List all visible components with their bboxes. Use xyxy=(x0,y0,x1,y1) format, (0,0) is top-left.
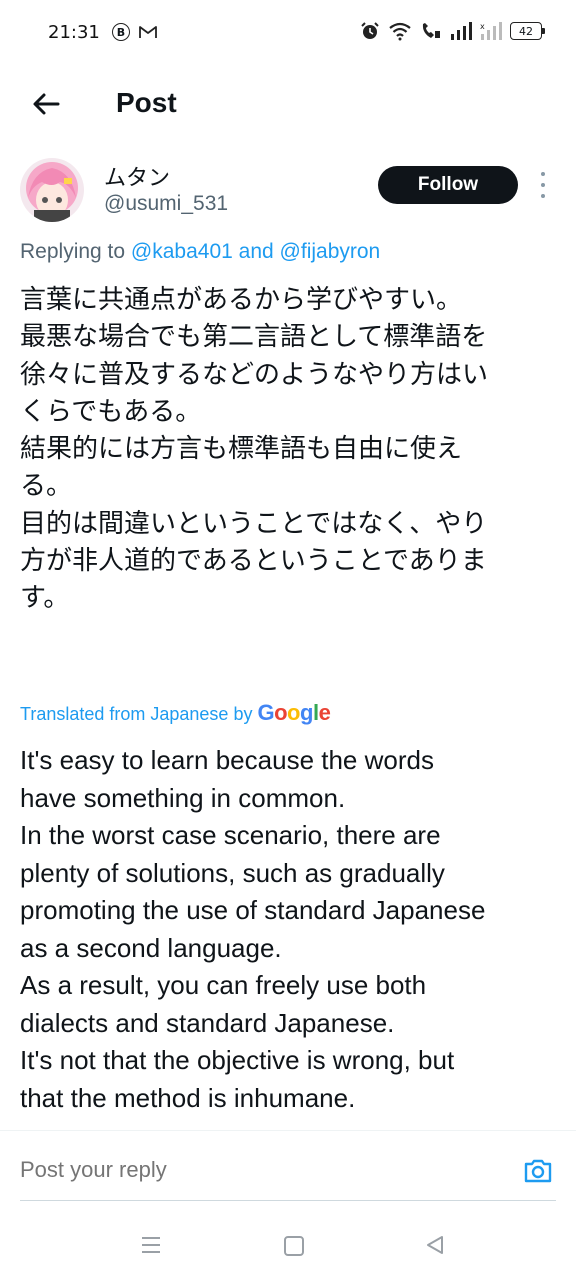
translation-line: As a result, you can freely use both xyxy=(20,970,427,1000)
post-text-line: 徐々に普及するなどのようなやり方はい xyxy=(20,359,489,390)
alarm-icon xyxy=(361,22,379,39)
post-text-line: す。 xyxy=(20,583,70,614)
page-title: Post xyxy=(116,87,177,118)
reply-divider xyxy=(20,1200,556,1201)
follow-button[interactable]: Follow xyxy=(378,166,518,204)
signal-no-service-icon: x xyxy=(480,22,502,40)
translation-line: It's easy to learn because the words xyxy=(20,745,434,775)
status-time: 21:31 xyxy=(48,22,100,43)
translation-line: In the worst case scenario, there are xyxy=(20,820,441,850)
reply-input[interactable] xyxy=(20,1157,420,1183)
translation-line: that the method is inhumane. xyxy=(20,1082,356,1113)
more-vertical-icon[interactable] xyxy=(536,172,550,198)
translation-line: as a second language. xyxy=(20,932,282,963)
post-text-line: 最悪な場合でも第二言語として標準語を xyxy=(20,322,488,353)
arrow-left-icon[interactable] xyxy=(28,86,64,122)
back-triangle-icon[interactable] xyxy=(424,1234,446,1256)
post-text-line: 目的は間違いということではなく、やり xyxy=(20,508,488,539)
b-circle-icon: B xyxy=(112,23,130,41)
translation-line: promoting the use of standard Japanese xyxy=(20,895,486,925)
post-text-line: 結果的には方言も標準語も自由に使え xyxy=(20,434,463,465)
camera-icon[interactable] xyxy=(522,1155,554,1187)
reply-bar xyxy=(0,1130,576,1202)
avatar[interactable] xyxy=(20,158,84,222)
signal-icon xyxy=(451,22,472,40)
translation-line: plenty of solutions, such as gradually xyxy=(20,857,445,888)
username[interactable]: @usumi_531 xyxy=(104,192,228,216)
battery-icon: 42 xyxy=(510,22,545,40)
translated-label: Translated from Japanese by xyxy=(20,704,253,724)
translation-line: It's not that the objective is wrong, bu… xyxy=(20,1045,455,1075)
wifi-calling-icon xyxy=(422,23,440,38)
mention-link-1[interactable]: @kaba401 xyxy=(131,240,233,263)
replying-to: Replying to @kaba401 and @fijabyron xyxy=(20,240,380,264)
post-text-line: る。 xyxy=(20,471,73,502)
replying-to-label: Replying to xyxy=(20,240,126,263)
post-text-original: 言葉に共通点があるから学びやすい。 最悪な場合でも第二言語として標準語を 徐々に… xyxy=(20,282,550,618)
svg-text:x: x xyxy=(480,22,485,31)
wifi-icon xyxy=(389,22,411,41)
status-bar: 21:31 B x 42 xyxy=(0,0,576,68)
google-logo: Google xyxy=(257,700,331,725)
menu-icon[interactable] xyxy=(140,1234,162,1256)
home-square-icon[interactable] xyxy=(284,1236,304,1256)
system-nav-bar xyxy=(0,1210,576,1280)
translation-line: dialects and standard Japanese. xyxy=(20,1007,395,1038)
status-left-icons: B xyxy=(112,23,158,41)
translated-by[interactable]: Translated from Japanese by Google xyxy=(20,700,331,726)
post-text-line: 言葉に共通点があるから学びやすい。 xyxy=(20,285,463,315)
status-right-icons: x 42 xyxy=(360,21,545,41)
mention-link-2[interactable]: @fijabyron xyxy=(280,240,381,263)
gmail-icon xyxy=(139,26,157,38)
post-text-line: くらでもある。 xyxy=(20,396,202,427)
replying-to-and: and xyxy=(238,240,274,263)
translation-line: have something in common. xyxy=(20,782,346,813)
header: Post xyxy=(0,68,576,144)
post-text-line: 方が非人道的であるということでありま xyxy=(20,546,487,577)
display-name[interactable]: ムタン xyxy=(104,160,170,192)
post-text-translation: It's easy to learn because the words hav… xyxy=(20,742,566,1117)
